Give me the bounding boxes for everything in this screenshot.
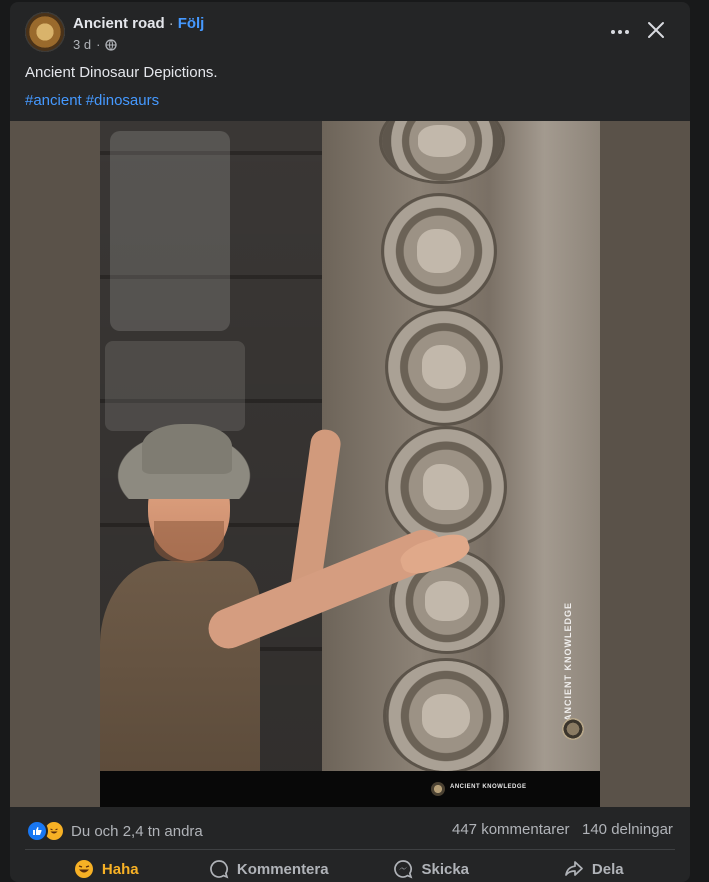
reaction-label: Haha xyxy=(101,860,139,878)
reactions-summary[interactable]: Du och 2,4 tn andra xyxy=(26,820,203,842)
shares-count[interactable]: 140 delningar xyxy=(582,821,673,838)
post-photo[interactable]: ANCIENT KNOWLEDGE ANCIENT KNOWLEDGE xyxy=(100,121,600,807)
comment-button[interactable]: Kommentera xyxy=(188,852,351,882)
send-label: Skicka xyxy=(421,860,470,878)
post-card: Ancient road · Följ 3 d · Ancient Dinosaur… xyxy=(10,2,690,882)
post-media[interactable]: ANCIENT KNOWLEDGE ANCIENT KNOWLEDGE xyxy=(10,121,690,807)
comments-count[interactable]: 447 kommentarer xyxy=(452,821,570,838)
watermark-text-side: ANCIENT KNOWLEDGE xyxy=(563,602,573,721)
watermark-seal-icon xyxy=(562,718,584,740)
follow-button[interactable]: Följ xyxy=(178,15,205,32)
hashtags: #ancient #dinosaurs xyxy=(25,92,163,109)
send-button[interactable]: Skicka xyxy=(350,852,513,882)
meta-separator: · xyxy=(96,37,101,52)
comment-icon xyxy=(210,860,229,879)
watermark-text-footer: ANCIENT KNOWLEDGE xyxy=(450,784,527,790)
post-meta: 3 d · xyxy=(73,37,118,52)
divider xyxy=(25,849,675,850)
reaction-button[interactable]: Haha xyxy=(25,852,188,882)
post-time[interactable]: 3 d xyxy=(73,37,91,52)
post-text: Ancient Dinosaur Depictions. xyxy=(25,64,218,81)
hashtag-ancient[interactable]: #ancient xyxy=(25,92,82,109)
close-icon[interactable] xyxy=(646,20,666,40)
like-icon xyxy=(26,820,48,842)
hashtag-dinosaurs[interactable]: #dinosaurs xyxy=(86,92,159,109)
share-button[interactable]: Dela xyxy=(513,852,676,882)
person-shirt xyxy=(100,561,260,771)
haha-icon xyxy=(74,860,93,878)
post-header: Ancient road · Följ 3 d · xyxy=(10,2,690,62)
send-icon xyxy=(394,860,413,879)
footer-logo-icon xyxy=(431,782,445,796)
action-bar: Haha Kommentera Skicka Dela xyxy=(25,852,675,882)
author-line: Ancient road · Följ xyxy=(73,15,204,32)
share-icon xyxy=(565,861,583,876)
post-stats: Du och 2,4 tn andra 447 kommentarer 140 … xyxy=(10,814,690,844)
separator: · xyxy=(168,15,174,32)
author-avatar[interactable] xyxy=(25,12,65,52)
share-label: Dela xyxy=(591,860,624,878)
author-name[interactable]: Ancient road xyxy=(73,15,165,32)
dinosaur-carving xyxy=(388,429,504,545)
globe-icon xyxy=(105,38,118,51)
carved-pillar xyxy=(322,121,600,771)
reactions-text[interactable]: Du och 2,4 tn andra xyxy=(71,823,203,840)
comment-label: Kommentera xyxy=(236,860,329,878)
more-options-icon[interactable] xyxy=(606,20,634,44)
